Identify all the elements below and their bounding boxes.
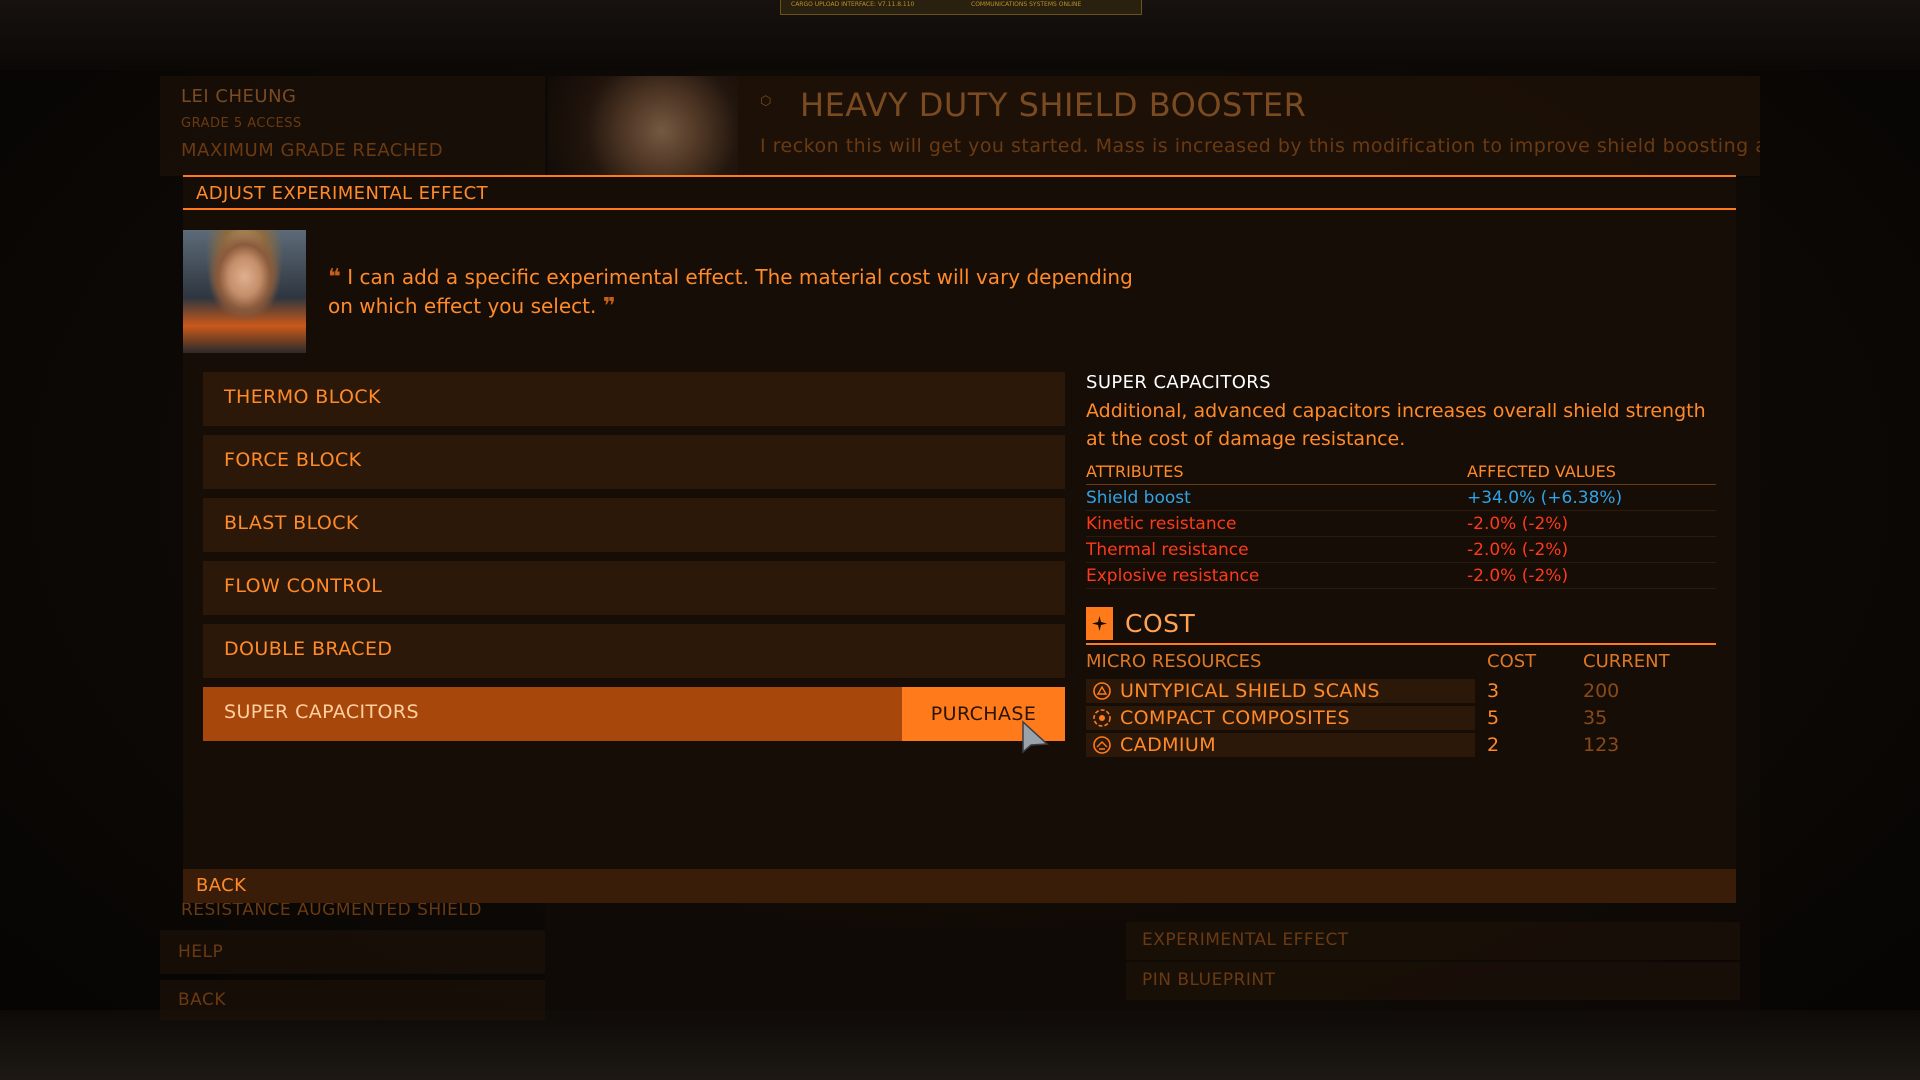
effect-label: FLOW CONTROL xyxy=(224,575,383,597)
effect-label: THERMO BLOCK xyxy=(224,386,381,408)
resource-name-cell: CADMIUM xyxy=(1086,732,1475,757)
close-quote-icon: ❞ xyxy=(602,294,616,319)
attributes-table: ATTRIBUTES AFFECTED VALUES Shield boost … xyxy=(1086,462,1716,589)
bg-help-label: HELP xyxy=(178,942,224,962)
effect-details-description: Additional, advanced capacitors increase… xyxy=(1086,400,1706,450)
cost-row: UNTYPICAL SHIELD SCANS 3 200 xyxy=(1086,677,1716,704)
bg-back-label: BACK xyxy=(178,990,227,1010)
bg-experimental-effect-label: EXPERIMENTAL EFFECT xyxy=(1142,930,1349,950)
bg-item-augmented-shield: RESISTANCE AUGMENTED SHIELD xyxy=(181,900,482,920)
resource-name-cell: UNTYPICAL SHIELD SCANS xyxy=(1086,678,1475,703)
resource-name: CADMIUM xyxy=(1120,733,1216,756)
attribute-value: -2.0% (-2%) xyxy=(1467,539,1569,560)
resource-cost: 2 xyxy=(1487,733,1500,756)
attribute-row: Thermal resistance -2.0% (-2%) xyxy=(1086,537,1716,563)
blueprint-quote: I reckon this will get you started. Mass… xyxy=(760,135,1760,157)
attribute-name: Thermal resistance xyxy=(1086,539,1249,560)
effect-label: DOUBLE BRACED xyxy=(224,638,393,660)
effect-item-thermo-block[interactable]: THERMO BLOCK xyxy=(203,372,1065,426)
attribute-value: -2.0% (-2%) xyxy=(1467,513,1569,534)
blueprint-icon: ⬡ xyxy=(760,94,772,109)
engineer-quote: ❝ I can add a specific experimental effe… xyxy=(328,263,1148,321)
experimental-effect-dialog: ADJUST EXPERIMENTAL EFFECT ❝ I can add a… xyxy=(183,175,1736,903)
attribute-name: Explosive resistance xyxy=(1086,565,1260,586)
engineer-name: LEI CHEUNG xyxy=(181,86,297,107)
affected-values-header: AFFECTED VALUES xyxy=(1467,462,1616,481)
engineer-portrait-background xyxy=(548,76,738,176)
cost-section: COST MICRO RESOURCES COST CURRENT UNTYPI… xyxy=(1086,605,1716,758)
engineer-grade-status: MAXIMUM GRADE REACHED xyxy=(181,140,444,161)
raw-material-icon xyxy=(1093,735,1111,754)
resource-name-cell: COMPACT COMPOSITES xyxy=(1086,705,1475,730)
cockpit-frame-bottom xyxy=(0,1010,1920,1080)
attribute-row: Kinetic resistance -2.0% (-2%) xyxy=(1086,511,1716,537)
top-status-plate: CARGO UPLOAD INTERFACE: V7.11.8.110 COMM… xyxy=(780,0,1142,15)
resource-current: 35 xyxy=(1583,706,1608,729)
effect-item-blast-block[interactable]: BLAST BLOCK xyxy=(203,498,1065,552)
engineer-info: LEI CHEUNG GRADE 5 ACCESS MAXIMUM GRADE … xyxy=(165,78,545,170)
resource-name: COMPACT COMPOSITES xyxy=(1120,706,1350,729)
engineer-quote-text: I can add a specific experimental effect… xyxy=(328,265,1133,318)
bg-pin-blueprint-button: PIN BLUEPRINT xyxy=(1126,962,1740,1000)
resource-current: 200 xyxy=(1583,679,1620,702)
mouse-cursor-icon xyxy=(1022,720,1049,754)
resource-name: UNTYPICAL SHIELD SCANS xyxy=(1120,679,1380,702)
cockpit-frame-top: CARGO UPLOAD INTERFACE: V7.11.8.110 COMM… xyxy=(0,0,1920,70)
cost-row: CADMIUM 2 123 xyxy=(1086,731,1716,758)
attribute-value: +34.0% (+6.38%) xyxy=(1467,487,1623,508)
attribute-row: Explosive resistance -2.0% (-2%) xyxy=(1086,563,1716,589)
cost-header: COST xyxy=(1086,605,1716,645)
effect-list: THERMO BLOCK FORCE BLOCK BLAST BLOCK FLO… xyxy=(203,372,1065,750)
bg-experimental-effect-button: EXPERIMENTAL EFFECT xyxy=(1126,922,1740,960)
resource-cost: 5 xyxy=(1487,706,1500,729)
attributes-header: ATTRIBUTES xyxy=(1086,462,1184,481)
attribute-name: Shield boost xyxy=(1086,487,1191,508)
attribute-row: Shield boost +34.0% (+6.38%) xyxy=(1086,485,1716,511)
micro-resources-header: MICRO RESOURCES xyxy=(1086,650,1262,672)
blueprint-header: ⬡ HEAVY DUTY SHIELD BOOSTER I reckon thi… xyxy=(738,76,1760,176)
effect-item-double-braced[interactable]: DOUBLE BRACED xyxy=(203,624,1065,678)
cost-row: COMPACT COMPOSITES 5 35 xyxy=(1086,704,1716,731)
attributes-header-row: ATTRIBUTES AFFECTED VALUES xyxy=(1086,462,1716,485)
open-quote-icon: ❝ xyxy=(328,265,341,290)
cost-icon xyxy=(1086,607,1113,640)
back-button[interactable]: BACK xyxy=(183,869,1736,903)
back-label: BACK xyxy=(196,875,247,896)
bg-help-button: HELP xyxy=(160,930,545,974)
cost-column-headers: MICRO RESOURCES COST CURRENT xyxy=(1086,645,1716,677)
cost-header-label: COST xyxy=(1487,650,1537,672)
effect-item-super-capacitors[interactable]: SUPER CAPACITORS PURCHASE xyxy=(203,687,1065,741)
engineer-grade: GRADE 5 ACCESS xyxy=(181,116,302,131)
blueprint-title: HEAVY DUTY SHIELD BOOSTER xyxy=(800,86,1307,124)
dialog-title: ADJUST EXPERIMENTAL EFFECT xyxy=(196,183,488,204)
attribute-name: Kinetic resistance xyxy=(1086,513,1237,534)
cost-title: COST xyxy=(1125,609,1196,638)
resource-cost: 3 xyxy=(1487,679,1500,702)
bg-back-button: BACK xyxy=(160,980,545,1020)
effect-details-title: SUPER CAPACITORS xyxy=(1086,372,1272,393)
current-header: CURRENT xyxy=(1583,650,1670,672)
engineer-portrait xyxy=(183,230,306,353)
effect-label: SUPER CAPACITORS xyxy=(224,701,419,723)
attribute-value: -2.0% (-2%) xyxy=(1467,565,1569,586)
effect-item-flow-control[interactable]: FLOW CONTROL xyxy=(203,561,1065,615)
top-plate-left-text: CARGO UPLOAD INTERFACE: V7.11.8.110 xyxy=(791,1,915,8)
effect-label: FORCE BLOCK xyxy=(224,449,362,471)
dialog-header: ADJUST EXPERIMENTAL EFFECT xyxy=(183,175,1736,210)
top-plate-right-text: COMMUNICATIONS SYSTEMS ONLINE xyxy=(971,1,1082,8)
effect-item-force-block[interactable]: FORCE BLOCK xyxy=(203,435,1065,489)
effect-details: SUPER CAPACITORS Additional, advanced ca… xyxy=(1086,372,1716,589)
effect-label: BLAST BLOCK xyxy=(224,512,359,534)
bg-pin-blueprint-label: PIN BLUEPRINT xyxy=(1142,970,1276,990)
data-icon xyxy=(1093,681,1111,700)
resource-current: 123 xyxy=(1583,733,1620,756)
manufactured-icon xyxy=(1093,708,1111,727)
